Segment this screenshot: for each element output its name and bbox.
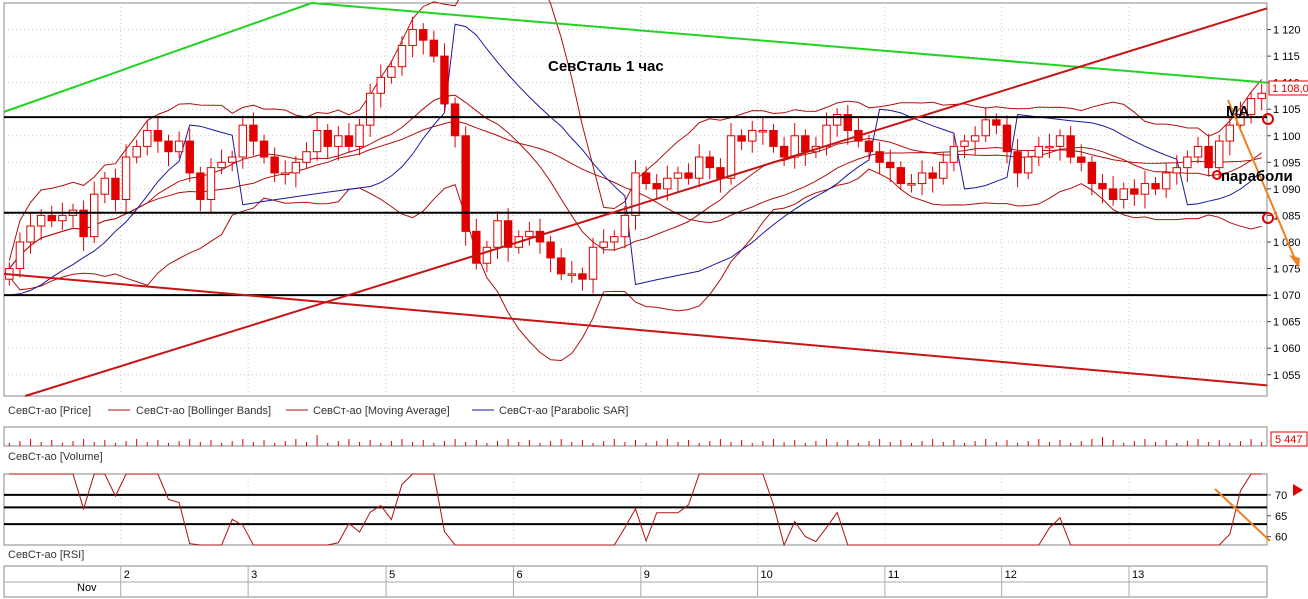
annotation-layer: СевСталь 1 час МА параболи СевСт-ао [Pri… bbox=[8, 58, 1308, 594]
legend-price: СевСт-ао [Price] bbox=[8, 405, 91, 417]
legend-volume: СевСт-ао [Volume] bbox=[8, 451, 103, 463]
parabolic-note: параболи bbox=[1221, 168, 1293, 185]
ma-note: МА bbox=[1226, 103, 1249, 120]
legend-sar: СевСт-ао [Parabolic SAR] bbox=[499, 405, 629, 417]
month-label: Nov bbox=[77, 582, 97, 594]
legend-ma: СевСт-ао [Moving Average] bbox=[313, 405, 450, 417]
chart-window: 1 055 1 060 1 065 1 070 1 075 1 080 1 085 1 090… bbox=[0, 0, 1308, 599]
last-price-value: 1 108,0 bbox=[1272, 83, 1308, 95]
legend-bollinger: СевСт-ао [Bollinger Bands] bbox=[136, 405, 271, 417]
chart-title: СевСталь 1 час bbox=[548, 58, 664, 75]
legend-rsi: СевСт-ао [RSI] bbox=[8, 549, 84, 561]
volume-value: 5 447 bbox=[1275, 434, 1303, 446]
